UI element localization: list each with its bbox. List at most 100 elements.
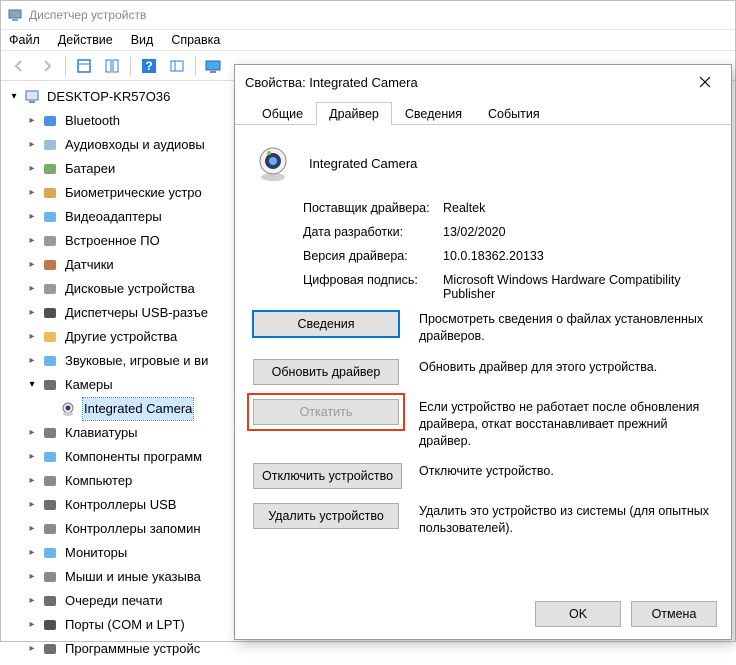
category-icon: [41, 376, 59, 394]
chevron-down-icon[interactable]: ▾: [7, 90, 21, 104]
category-label: Биометрические устро: [65, 182, 202, 204]
menu-action[interactable]: Действие: [58, 33, 113, 47]
chevron-right-icon[interactable]: ▸: [25, 258, 39, 272]
scan-hardware-icon[interactable]: [202, 54, 226, 78]
help-icon[interactable]: ?: [137, 54, 161, 78]
rollback-highlight: Откатить: [247, 393, 405, 431]
dialog-titlebar: Свойства: Integrated Camera: [235, 65, 731, 99]
chevron-right-icon[interactable]: ▸: [25, 642, 39, 656]
vendor-value: Realtek: [443, 201, 713, 215]
category-icon: [41, 136, 59, 154]
chevron-right-icon[interactable]: ▸: [25, 522, 39, 536]
category-icon: [41, 304, 59, 322]
window-title: Диспетчер устройств: [29, 8, 146, 22]
category-label: Батареи: [65, 158, 115, 180]
category-label: Аудиовходы и аудиовы: [65, 134, 205, 156]
chevron-right-icon[interactable]: ▸: [25, 114, 39, 128]
category-icon: [41, 544, 59, 562]
chevron-right-icon[interactable]: ▸: [25, 426, 39, 440]
ok-button[interactable]: OK: [535, 601, 621, 627]
chevron-right-icon[interactable]: ▸: [25, 282, 39, 296]
rollback-button[interactable]: Откатить: [253, 399, 399, 425]
tree-category[interactable]: ▸ Программные устройс: [1, 637, 735, 661]
category-label: Другие устройства: [65, 326, 177, 348]
category-icon: [41, 328, 59, 346]
menu-help[interactable]: Справка: [171, 33, 220, 47]
chevron-right-icon[interactable]: ▸: [25, 306, 39, 320]
category-icon: [41, 280, 59, 298]
category-label: Диспетчеры USB-разъе: [65, 302, 208, 324]
uninstall-description: Удалить это устройство из системы (для о…: [419, 503, 713, 537]
chevron-right-icon[interactable]: ▸: [25, 474, 39, 488]
chevron-right-icon[interactable]: ▸: [25, 450, 39, 464]
back-icon[interactable]: [7, 54, 31, 78]
date-label: Дата разработки:: [253, 225, 443, 239]
tab-driver[interactable]: Драйвер: [316, 102, 392, 125]
category-icon: [41, 424, 59, 442]
date-value: 13/02/2020: [443, 225, 713, 239]
chevron-right-icon[interactable]: ▸: [25, 546, 39, 560]
toolbar-icon-1[interactable]: [72, 54, 96, 78]
cancel-button[interactable]: Отмена: [631, 601, 717, 627]
category-label: Очереди печати: [65, 590, 163, 612]
category-label: Камеры: [65, 374, 113, 396]
category-icon: [41, 232, 59, 250]
category-label: Программные устройс: [65, 638, 200, 660]
app-icon: [7, 7, 23, 23]
toolbar-separator: [65, 56, 66, 76]
category-label: Bluetooth: [65, 110, 120, 132]
computer-icon: [23, 88, 41, 106]
forward-icon[interactable]: [35, 54, 59, 78]
category-label: Дисковые устройства: [65, 278, 195, 300]
chevron-right-icon[interactable]: ▸: [25, 162, 39, 176]
toolbar-separator: [130, 56, 131, 76]
category-icon: [41, 160, 59, 178]
update-driver-button[interactable]: Обновить драйвер: [253, 359, 399, 385]
category-label: Порты (COM и LPT): [65, 614, 185, 636]
tab-details[interactable]: Сведения: [392, 102, 475, 125]
chevron-right-icon[interactable]: ▸: [25, 618, 39, 632]
disable-device-button[interactable]: Отключить устройство: [253, 463, 402, 489]
category-icon: [41, 112, 59, 130]
close-icon[interactable]: [689, 70, 721, 94]
signature-label: Цифровая подпись:: [253, 273, 443, 301]
details-description: Просмотреть сведения о файлах установлен…: [419, 311, 713, 345]
toolbar-separator: [195, 56, 196, 76]
tab-general[interactable]: Общие: [249, 102, 316, 125]
category-label: Компоненты программ: [65, 446, 202, 468]
menubar: Файл Действие Вид Справка: [1, 29, 735, 51]
chevron-right-icon[interactable]: ▸: [25, 330, 39, 344]
category-icon: [41, 592, 59, 610]
category-label: Встроенное ПО: [65, 230, 160, 252]
menu-file[interactable]: Файл: [9, 33, 40, 47]
chevron-right-icon[interactable]: ▸: [25, 354, 39, 368]
chevron-right-icon[interactable]: ▸: [25, 138, 39, 152]
dialog-title: Свойства: Integrated Camera: [245, 75, 418, 90]
tab-events[interactable]: События: [475, 102, 553, 125]
details-button[interactable]: Сведения: [253, 311, 399, 337]
device-label: Integrated Camera: [83, 398, 193, 420]
chevron-right-icon[interactable]: ▸: [25, 186, 39, 200]
toolbar-icon-3[interactable]: [165, 54, 189, 78]
version-label: Версия драйвера:: [253, 249, 443, 263]
chevron-right-icon[interactable]: ▸: [25, 498, 39, 512]
chevron-down-icon[interactable]: ▾: [25, 378, 39, 392]
category-label: Клавиатуры: [65, 422, 138, 444]
camera-icon: [253, 143, 293, 183]
toolbar-icon-2[interactable]: [100, 54, 124, 78]
chevron-right-icon[interactable]: ▸: [25, 570, 39, 584]
device-name: Integrated Camera: [309, 156, 417, 171]
chevron-right-icon[interactable]: ▸: [25, 210, 39, 224]
camera-icon: [59, 400, 77, 418]
rollback-description: Если устройство не работает после обновл…: [419, 399, 713, 450]
category-icon: [41, 184, 59, 202]
chevron-right-icon[interactable]: ▸: [25, 234, 39, 248]
root-node-label: DESKTOP-KR57O36: [47, 86, 170, 108]
chevron-right-icon[interactable]: ▸: [25, 594, 39, 608]
category-icon: [41, 568, 59, 586]
uninstall-device-button[interactable]: Удалить устройство: [253, 503, 399, 529]
dialog-footer: OK Отмена: [535, 601, 717, 627]
category-icon: [41, 616, 59, 634]
menu-view[interactable]: Вид: [131, 33, 154, 47]
category-icon: [41, 520, 59, 538]
